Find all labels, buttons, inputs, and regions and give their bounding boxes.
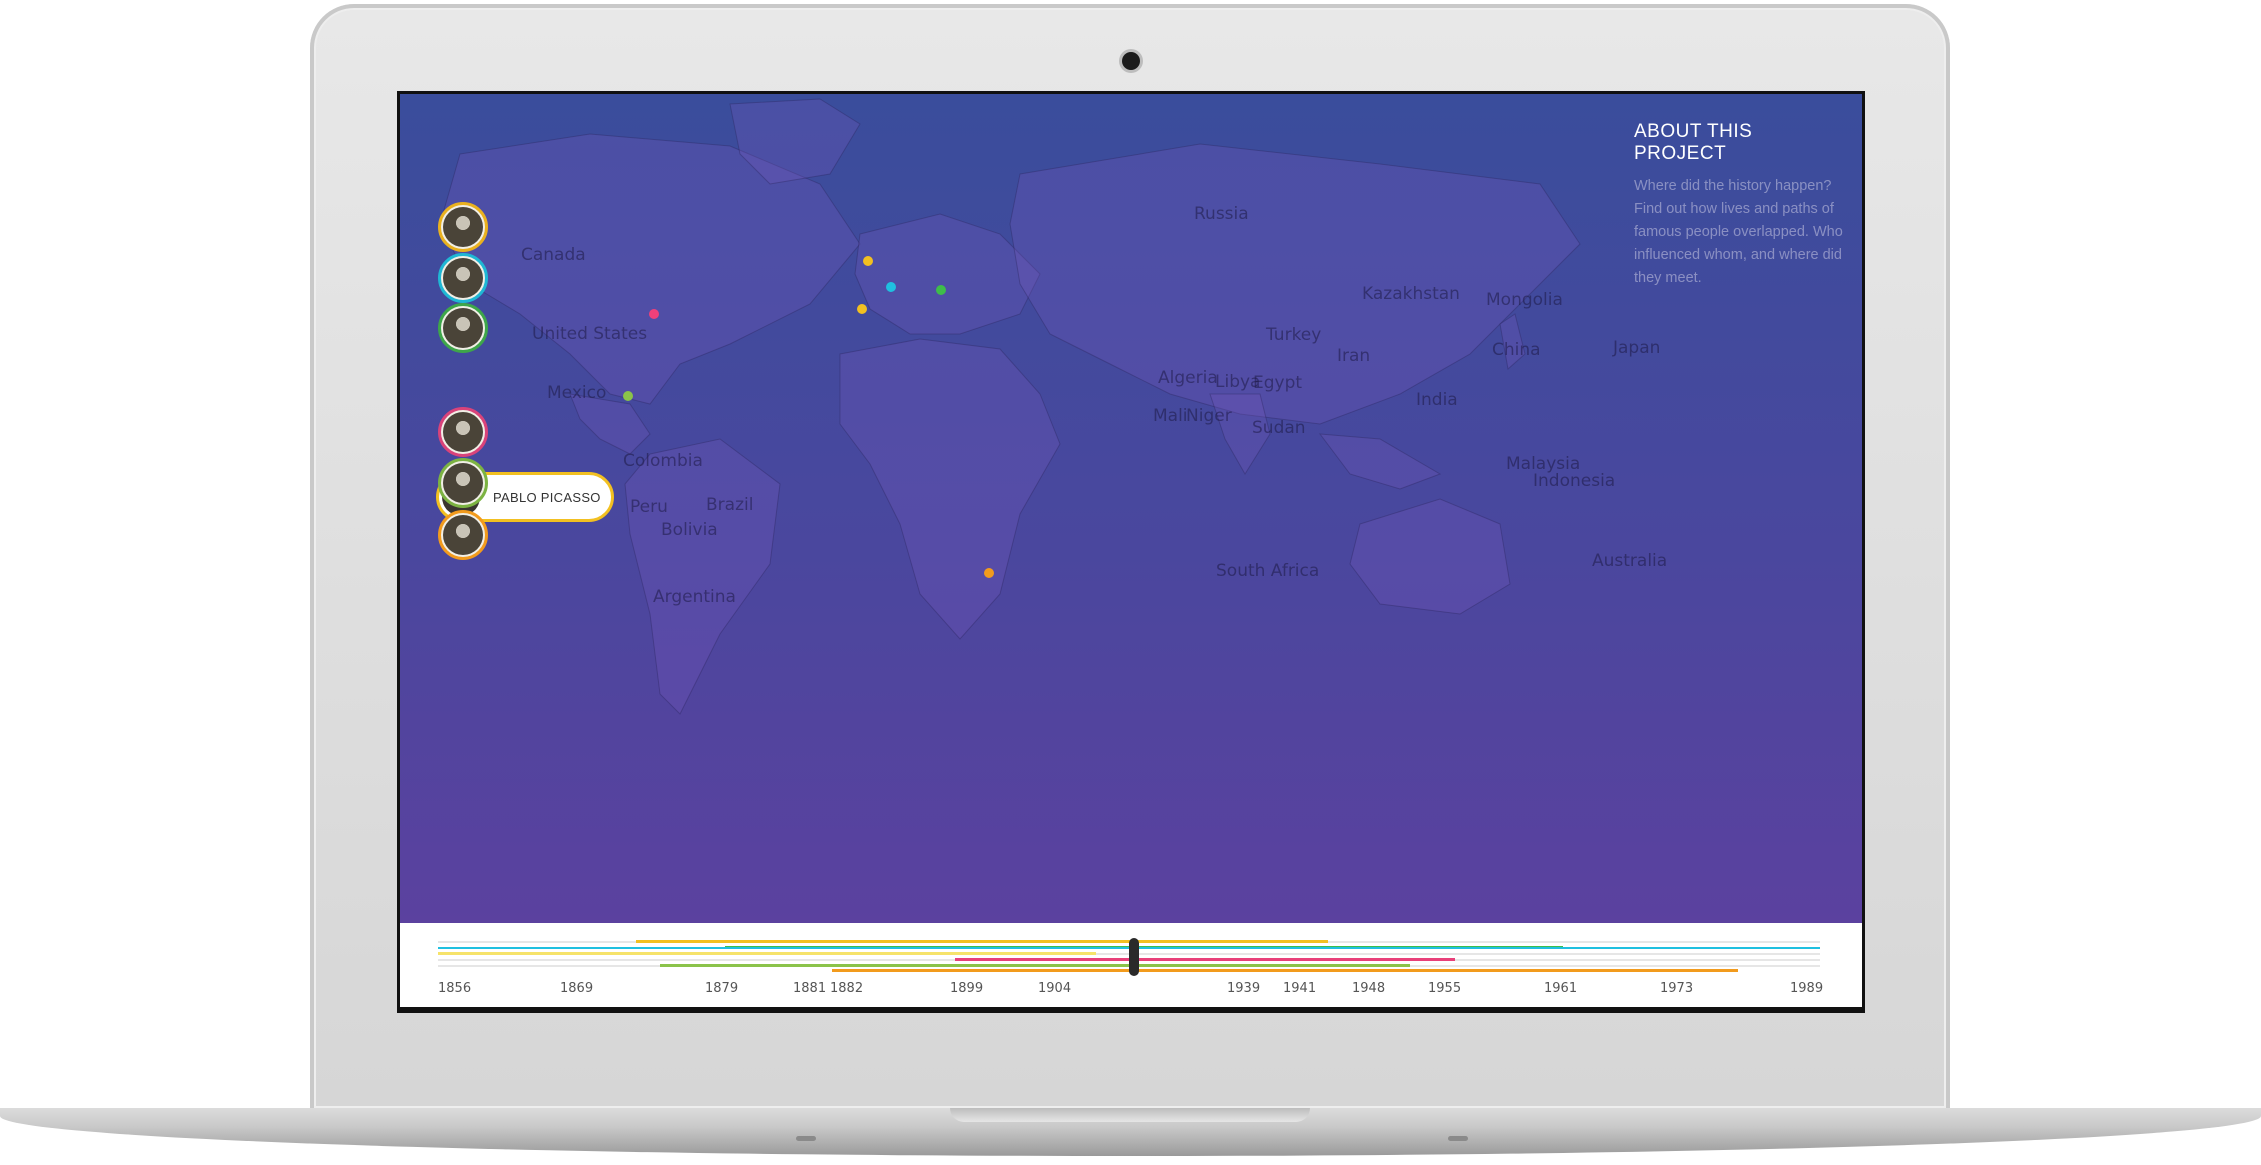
lifespan-bar[interactable] xyxy=(438,952,1096,955)
country-label: Algeria xyxy=(1158,368,1218,388)
location-dot[interactable] xyxy=(886,282,896,292)
location-dot[interactable] xyxy=(857,304,867,314)
year-tick: 1989 xyxy=(1790,981,1824,996)
lifespan-bar[interactable] xyxy=(832,969,1738,972)
year-tick: 1948 xyxy=(1352,981,1386,996)
year-tick: 1941 xyxy=(1283,981,1317,996)
about-text: Where did the history happen? Find out h… xyxy=(1634,178,1843,286)
lifespan-bar[interactable] xyxy=(660,964,1410,967)
country-label: Sudan xyxy=(1252,418,1306,438)
laptop-notch xyxy=(950,1108,1310,1122)
country-label: Bolivia xyxy=(661,520,718,540)
portrait-icon xyxy=(443,308,483,348)
country-label: United States xyxy=(532,324,648,344)
portrait-icon xyxy=(443,258,483,298)
about-panel: ABOUT THIS PROJECT Where did the history… xyxy=(1634,121,1844,290)
year-tick: 1882 xyxy=(830,981,864,996)
portrait-icon xyxy=(443,463,483,503)
country-label: Argentina xyxy=(653,587,736,607)
screen: Russia Canada Kazakhstan Mongolia United… xyxy=(397,91,1865,1013)
country-label: Japan xyxy=(1613,338,1661,358)
person-avatar[interactable] xyxy=(438,202,488,252)
portrait-icon xyxy=(443,412,483,452)
laptop-foot xyxy=(796,1136,816,1141)
location-dot[interactable] xyxy=(649,309,659,319)
country-label: Australia xyxy=(1592,551,1668,571)
lifespan-bar[interactable] xyxy=(955,958,1455,961)
country-label: China xyxy=(1492,340,1541,360)
about-title[interactable]: ABOUT THIS PROJECT xyxy=(1634,121,1844,165)
country-label: Canada xyxy=(521,245,586,265)
portrait-icon xyxy=(443,207,483,247)
country-label: Mali xyxy=(1153,406,1188,426)
portrait-icon xyxy=(443,515,483,555)
laptop-foot xyxy=(1448,1136,1468,1141)
year-tick: 1904 xyxy=(1038,981,1072,996)
country-label: Peru xyxy=(630,497,668,517)
year-tick: 1869 xyxy=(560,981,594,996)
person-avatar[interactable] xyxy=(438,303,488,353)
year-tick: 1961 xyxy=(1544,981,1578,996)
country-label: Mexico xyxy=(547,383,607,403)
timeline-slider-handle[interactable] xyxy=(1129,938,1139,976)
country-label: India xyxy=(1416,390,1458,410)
country-label: Turkey xyxy=(1266,325,1322,345)
person-avatar[interactable] xyxy=(438,407,488,457)
location-dot[interactable] xyxy=(863,256,873,266)
year-tick: 1879 xyxy=(705,981,739,996)
person-avatar[interactable] xyxy=(438,510,488,560)
year-tick: 1955 xyxy=(1428,981,1462,996)
year-tick: 1939 xyxy=(1227,981,1261,996)
country-label: Indonesia xyxy=(1533,471,1616,491)
person-name: PABLO PICASSO xyxy=(493,490,601,505)
country-label: Brazil xyxy=(706,495,754,515)
country-label: Kazakhstan xyxy=(1362,284,1460,304)
year-tick: 1856 xyxy=(438,981,472,996)
year-tick: 1881 xyxy=(793,981,827,996)
person-avatar[interactable] xyxy=(438,253,488,303)
country-label: Mongolia xyxy=(1486,290,1563,310)
year-tick: 1899 xyxy=(950,981,984,996)
country-label: Niger xyxy=(1186,406,1232,426)
location-dot[interactable] xyxy=(936,285,946,295)
camera-icon xyxy=(1122,52,1140,70)
location-dot[interactable] xyxy=(984,568,994,578)
world-map[interactable]: Russia Canada Kazakhstan Mongolia United… xyxy=(400,94,1862,923)
person-avatar[interactable] xyxy=(438,458,488,508)
lifespan-bar[interactable] xyxy=(636,940,1328,943)
country-label: Russia xyxy=(1194,204,1249,224)
year-tick: 1973 xyxy=(1660,981,1694,996)
location-dot[interactable] xyxy=(623,391,633,401)
country-label: Colombia xyxy=(623,451,703,471)
country-label: Iran xyxy=(1337,346,1371,366)
country-label: South Africa xyxy=(1216,561,1320,581)
country-label: Egypt xyxy=(1253,373,1303,393)
timeline[interactable]: 1856 1869 1879 1881 1882 1899 1904 1939 … xyxy=(400,923,1862,1007)
